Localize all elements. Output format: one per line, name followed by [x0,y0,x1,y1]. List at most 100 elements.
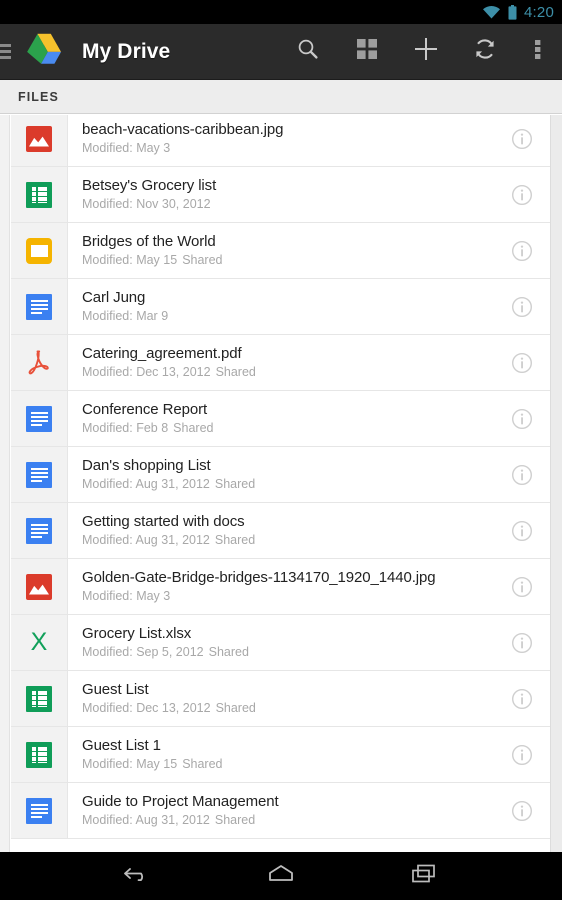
list-item[interactable]: Guest List 1 Modified: May 15 Shared [11,727,550,783]
file-meta: Modified: Aug 31, 2012 Shared [82,812,494,828]
file-modified: Modified: Aug 31, 2012 [82,477,210,491]
excel-file-icon: X [11,615,68,670]
home-icon [266,862,296,891]
list-item-text: Guest List Modified: Dec 13, 2012 Shared [68,671,494,726]
file-meta: Modified: Sep 5, 2012 Shared [82,644,494,660]
info-button[interactable] [494,335,550,390]
list-item[interactable]: Bridges of the World Modified: May 15 Shar… [11,223,550,279]
list-item[interactable]: Catering_agreement.pdf Modified: Dec 13, … [11,335,550,391]
search-icon [296,37,320,66]
file-modified: Modified: Aug 31, 2012 [82,813,210,827]
info-icon [511,296,533,318]
info-button[interactable] [494,167,550,222]
list-item[interactable]: Carl Jung Modified: Mar 9 [11,279,550,335]
info-button[interactable] [494,447,550,502]
info-icon [511,240,533,262]
info-button[interactable] [494,671,550,726]
file-name: Getting started with docs [82,513,245,530]
home-button[interactable] [252,852,310,900]
file-modified: Modified: Aug 31, 2012 [82,533,210,547]
status-clock: 4:20 [524,3,554,21]
file-shared-label: Shared [214,477,256,491]
back-button[interactable] [109,852,167,900]
file-modified: Modified: Nov 30, 2012 [82,197,211,211]
info-button[interactable] [494,279,550,334]
search-button[interactable] [278,24,337,80]
overflow-button[interactable] [514,24,562,80]
list-item-text: beach-vacations-caribbean.jpg Modified: M… [68,115,494,166]
grid-view-button[interactable] [337,24,396,80]
document-file-icon [11,447,68,502]
info-button[interactable] [494,615,550,670]
google-drive-logo [16,31,66,72]
file-name: Carl Jung [82,289,146,306]
spreadsheet-file-icon [11,167,68,222]
file-modified: Modified: Dec 13, 2012 [82,701,211,715]
info-icon [511,520,533,542]
list-item[interactable]: Guest List Modified: Dec 13, 2012 Shared [11,671,550,727]
recents-button[interactable] [395,852,453,900]
file-list: beach-vacations-caribbean.jpg Modified: M… [0,115,562,852]
add-button[interactable] [396,24,455,80]
info-button[interactable] [494,783,550,838]
list-item[interactable]: Dan's shopping List Modified: Aug 31, 201… [11,447,550,503]
list-item[interactable]: Guide to Project Management Modified: Aug… [11,783,550,839]
document-file-icon [11,783,68,838]
info-button[interactable] [494,391,550,446]
info-icon [511,128,533,150]
file-name: Dan's shopping List [82,457,211,474]
info-button[interactable] [494,503,550,558]
file-shared-label: Shared [214,813,256,827]
info-button[interactable] [494,223,550,278]
file-meta: Modified: May 3 [82,140,494,156]
info-button[interactable] [494,559,550,614]
refresh-button[interactable] [455,24,514,80]
list-item-text: Carl Jung Modified: Mar 9 [68,279,494,334]
info-icon [511,800,533,822]
file-shared-label: Shared [215,365,256,379]
image-file-icon [11,559,68,614]
list-item[interactable]: Getting started with docs Modified: Aug 3… [11,503,550,559]
file-name: Golden-Gate-Bridge-bridges-1134170_1920_… [82,569,436,586]
info-icon [511,352,533,374]
document-file-icon [11,279,68,334]
file-modified: Modified: May 15 [82,757,178,771]
list-item[interactable]: Conference Report Modified: Feb 8 Shared [11,391,550,447]
file-name: Guest List 1 [82,737,161,754]
refresh-icon [473,37,497,66]
file-shared-label: Shared [182,757,223,771]
list-item-text: Golden-Gate-Bridge-bridges-1134170_1920_… [68,559,494,614]
list-item-text: Guest List 1 Modified: May 15 Shared [68,727,494,782]
info-icon [511,744,533,766]
tab-strip: FILES [0,80,562,114]
info-icon [511,688,533,710]
file-modified: Modified: Dec 13, 2012 [82,365,211,379]
more-vertical-icon [535,37,541,66]
list-item[interactable]: Golden-Gate-Bridge-bridges-1134170_1920_… [11,559,550,615]
list-item[interactable]: Betsey's Grocery list Modified: Nov 30, 2… [11,167,550,223]
file-meta: Modified: Mar 9 [82,308,494,324]
file-meta: Modified: Aug 31, 2012 Shared [82,476,494,492]
status-bar: 4:20 [0,0,562,24]
back-arrow-icon [123,862,153,891]
info-button[interactable] [494,727,550,782]
file-modified: Modified: Sep 5, 2012 [82,645,204,659]
file-modified: Modified: Mar 9 [82,309,169,323]
tab-files[interactable]: FILES [6,80,71,114]
file-name: Guest List [82,681,149,698]
file-name: Grocery List.xlsx [82,625,192,642]
list-item-text: Conference Report Modified: Feb 8 Shared [68,391,494,446]
list-item[interactable]: X Grocery List.xlsx Modified: Sep 5, 2012 S… [11,615,550,671]
file-name: Guide to Project Management [82,793,279,810]
spreadsheet-file-icon [11,727,68,782]
list-item[interactable]: beach-vacations-caribbean.jpg Modified: M… [11,115,550,167]
list-scrollbar[interactable] [550,115,562,852]
list-item-text: Dan's shopping List Modified: Aug 31, 201… [68,447,494,502]
file-meta: Modified: May 3 [82,588,494,604]
file-meta: Modified: May 15 Shared [82,252,494,268]
file-meta: Modified: Dec 13, 2012 Shared [82,364,494,380]
file-name: beach-vacations-caribbean.jpg [82,121,284,138]
info-button[interactable] [494,115,550,166]
drawer-handle-icon[interactable] [0,24,16,80]
file-meta: Modified: May 15 Shared [82,756,494,772]
